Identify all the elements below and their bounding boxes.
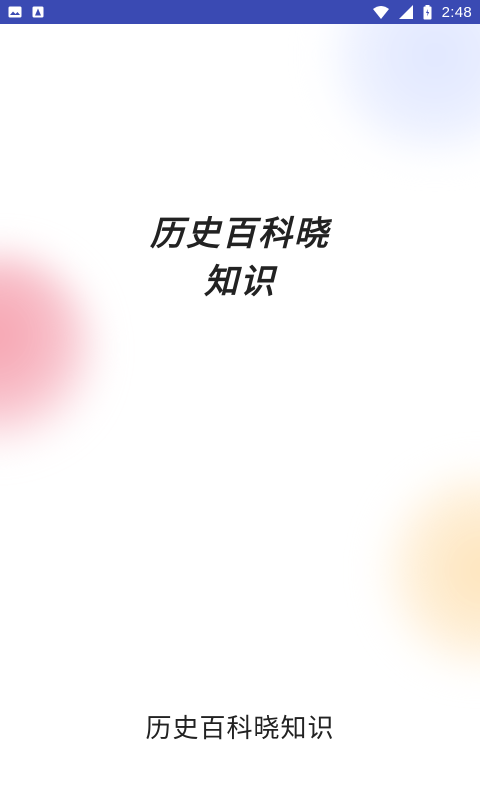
status-time: 2:48 — [441, 3, 472, 21]
splash-screen: 2:48 历史百科晓 知识 历史百科晓知识 — [0, 0, 480, 800]
status-right-icons: 2:48 — [372, 3, 472, 21]
splash-title-line2: 知识 — [204, 262, 276, 302]
signal-icon — [398, 5, 413, 19]
wifi-icon — [372, 5, 389, 19]
image-icon — [8, 6, 22, 18]
splash-title-line1: 历史百科晓 — [150, 214, 330, 254]
app-name-footer: 历史百科晓知识 — [145, 714, 335, 744]
splash-title: 历史百科晓 知识 — [0, 210, 480, 306]
decorative-orange-blob — [380, 470, 480, 670]
status-bar: 2:48 — [0, 0, 480, 24]
battery-icon — [423, 4, 432, 20]
status-left-icons — [8, 6, 44, 18]
notification-app-icon — [32, 6, 44, 18]
